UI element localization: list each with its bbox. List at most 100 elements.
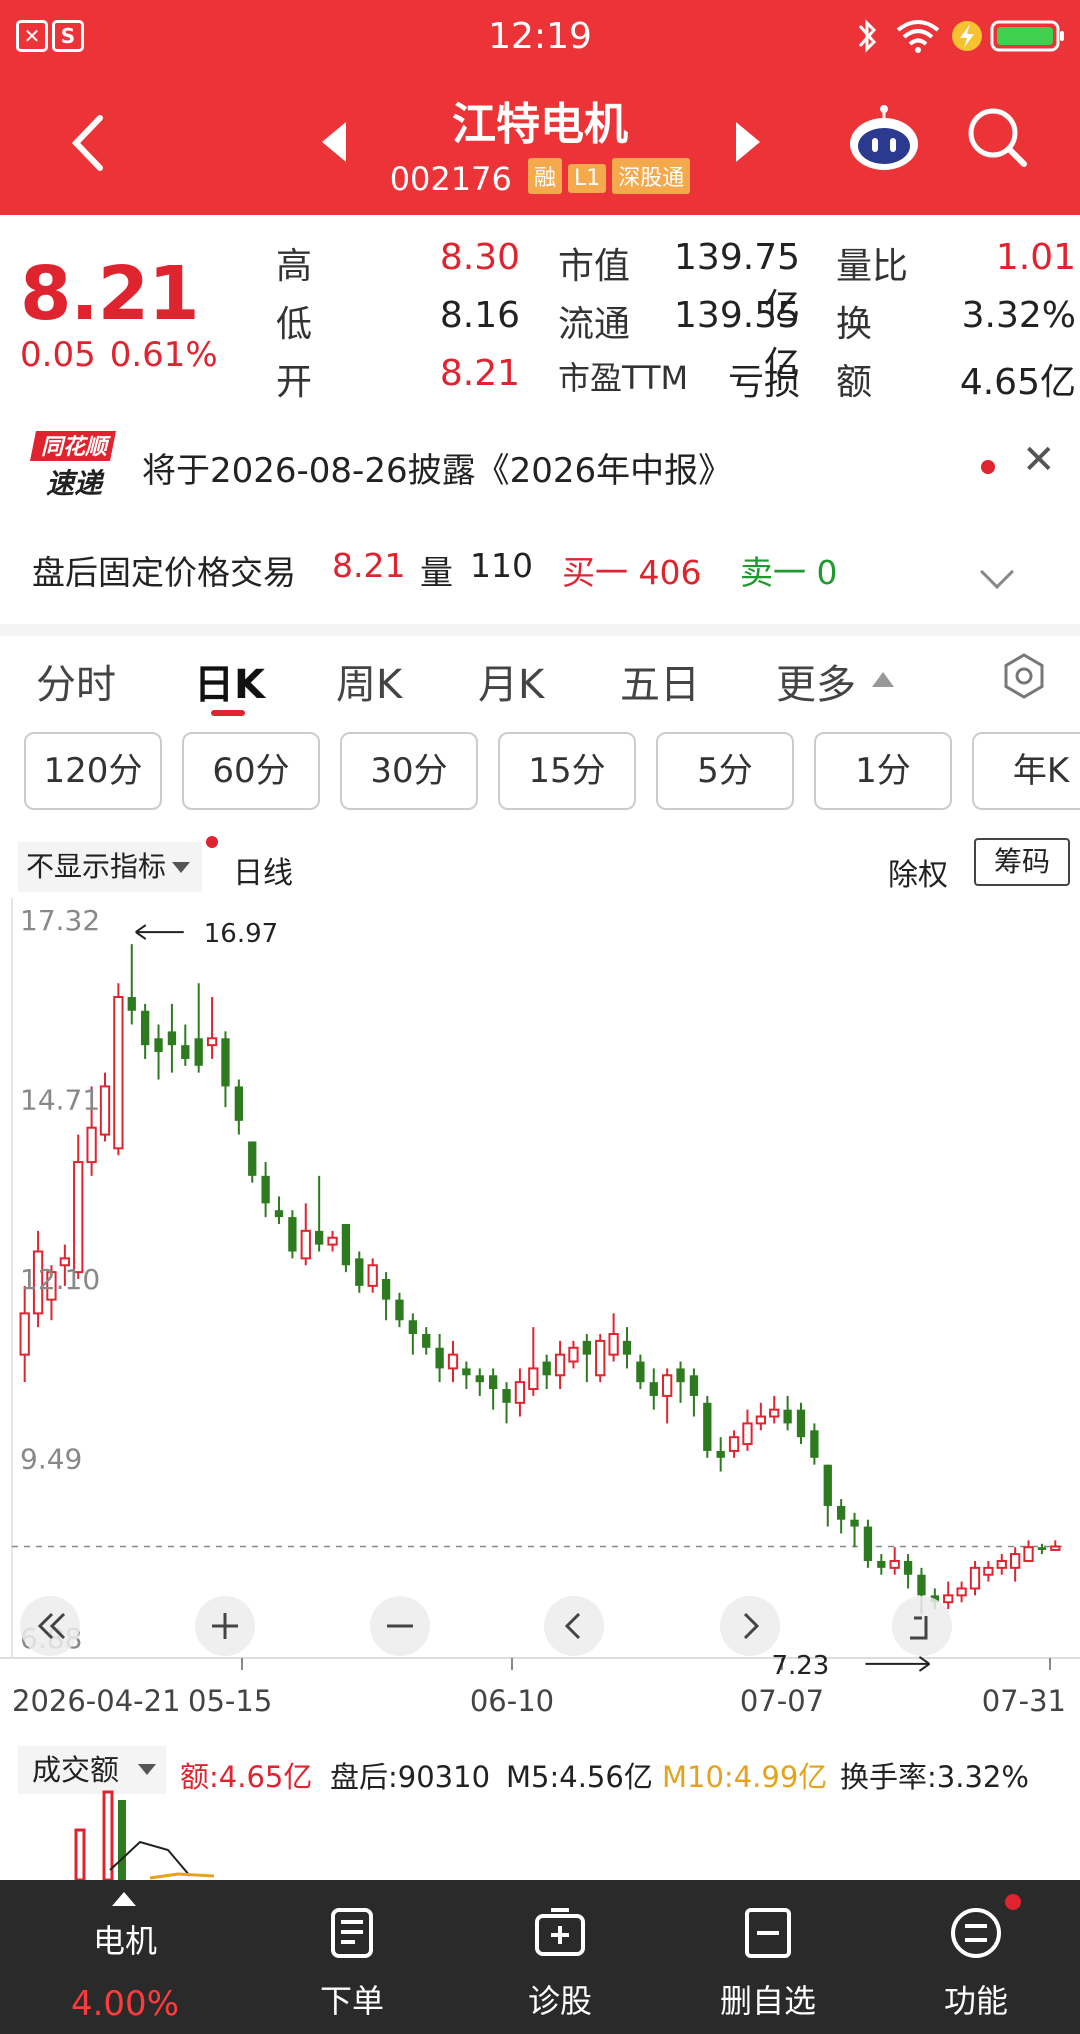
header: ✕ S 12:19 江特电机 002176 融 L1 深股通 <box>0 0 1080 215</box>
new-dot <box>206 836 218 848</box>
x-tick-label: 2026-04-21 <box>12 1684 181 1718</box>
volratio-label: 量比 <box>836 246 909 287</box>
ths-express-logo: 同花顺 速递 <box>30 431 116 500</box>
change-percent: 0.61% <box>109 335 218 375</box>
period-120min[interactable]: 120分 <box>24 732 162 810</box>
sell1: 卖一 0 <box>740 553 838 592</box>
nav-functions[interactable]: 功能 <box>876 1880 1076 2034</box>
stock-code: 002176 <box>389 160 512 198</box>
candle-body-down <box>194 1038 203 1066</box>
candle-body-up <box>327 1236 338 1246</box>
active-tab-indicator <box>211 710 245 716</box>
nav-order[interactable]: 下单 <box>252 1880 452 2034</box>
x-tick-label: 07-07 <box>740 1684 824 1718</box>
chart-prev-icon[interactable] <box>544 1596 604 1656</box>
y-tick-label: 14.71 <box>20 1084 100 1117</box>
svg-text:同花顺: 同花顺 <box>41 435 111 460</box>
candle-body-up <box>889 1559 900 1569</box>
announcement-text[interactable]: 将于2026-08-26披露《2026年中报》 <box>142 443 732 492</box>
open-value: 8.21 <box>439 353 520 394</box>
quote-panel: 8.21 0.05 0.61% 高 8.30 低 8.16 开 8.21 市值 1… <box>0 215 1080 405</box>
chevron-down-icon[interactable] <box>980 555 1014 589</box>
ex-rights-button[interactable]: 除权 <box>888 850 948 894</box>
indicator-select[interactable]: 不显示指标 <box>18 842 202 892</box>
turnover-label: 换 <box>836 304 873 345</box>
tab-daily-k[interactable]: 日K <box>194 652 265 710</box>
nav-stock-label: 电机 <box>92 1922 157 1960</box>
chips-button[interactable]: 筹码 <box>974 838 1070 886</box>
high-value: 8.30 <box>439 237 520 278</box>
after-hours-vol-label: 量 <box>420 553 453 592</box>
candle-body-down <box>903 1560 913 1575</box>
period-15min[interactable]: 15分 <box>498 732 636 810</box>
candle-body-up <box>1010 1553 1021 1569</box>
candle-body-down <box>850 1519 859 1527</box>
zoom-in-icon[interactable] <box>195 1596 255 1656</box>
kline-chart[interactable]: 17.3214.7112.109.496.88 2026-04-2105-150… <box>0 898 1080 1724</box>
settings-hex-icon[interactable] <box>1000 652 1048 700</box>
bottom-nav: 电机 4.00% 下单 诊股 删自选 功能 <box>0 1880 1080 2034</box>
charging-icon <box>952 21 982 51</box>
candle-body-down <box>703 1402 712 1451</box>
after-hours-row[interactable]: 盘后固定价格交易 8.21 量 110 买一 406 卖一 0 <box>0 530 1080 606</box>
period-1min[interactable]: 1分 <box>814 732 952 810</box>
remove-watch-label: 删自选 <box>719 1982 816 2020</box>
last-price: 8.21 <box>20 251 200 337</box>
unread-dot <box>981 460 995 474</box>
tag-connect: 深股通 <box>612 158 691 194</box>
float-label: 流通 <box>558 304 631 345</box>
tab-weekly-k[interactable]: 周K <box>336 652 402 710</box>
nav-remove-watch[interactable]: 删自选 <box>668 1880 868 2034</box>
candle-body-down <box>341 1223 351 1266</box>
close-icon[interactable]: ✕ <box>1022 437 1056 483</box>
tab-monthly-k[interactable]: 月K <box>478 652 544 710</box>
announcement-bar[interactable]: 同花顺 速递 将于2026-08-26披露《2026年中报》 ✕ <box>0 415 1080 515</box>
candle-body-down <box>636 1361 645 1383</box>
x-tick-label: 06-10 <box>470 1684 554 1718</box>
diagnose-label: 诊股 <box>527 1982 592 2020</box>
next-stock-icon[interactable] <box>736 122 760 162</box>
candle-body-down <box>127 997 136 1011</box>
nav-stock-switch[interactable]: 电机 4.00% <box>0 1880 250 2034</box>
chart-last-icon[interactable] <box>892 1596 952 1656</box>
candle-body-up <box>73 1161 84 1274</box>
tab-intraday[interactable]: 分时 <box>36 652 116 710</box>
chart-next-icon[interactable] <box>720 1596 780 1656</box>
candle-body-up <box>983 1566 994 1576</box>
candle-body-down <box>274 1210 284 1218</box>
candle-body-down <box>676 1368 685 1383</box>
bluetooth-icon <box>858 19 877 53</box>
zoom-out-icon[interactable] <box>370 1596 430 1656</box>
candle-body-down <box>181 1045 190 1059</box>
high-label: 高 <box>276 246 313 287</box>
menu-icon <box>951 1908 1001 1958</box>
period-60min[interactable]: 60分 <box>182 732 320 810</box>
period-30min[interactable]: 30分 <box>340 732 478 810</box>
search-icon[interactable] <box>962 102 1032 172</box>
chart-collapse-icon[interactable] <box>20 1596 80 1656</box>
tab-more[interactable]: 更多 <box>776 652 856 710</box>
candle-body-down <box>716 1450 725 1458</box>
candle-body-down <box>355 1258 364 1286</box>
max-price-label: 16.97 <box>204 919 278 949</box>
low-label: 低 <box>276 304 313 345</box>
nav-diagnose[interactable]: 诊股 <box>460 1880 660 2034</box>
candle-body-down <box>315 1230 324 1245</box>
tag-level: L1 <box>568 164 607 193</box>
candle-body-up <box>528 1367 539 1391</box>
x-axis-labels: 2026-04-21 05-15 06-10 07-07 07-31 <box>12 1658 1066 1718</box>
period-yearly[interactable]: 年K <box>972 732 1080 810</box>
period-5min[interactable]: 5分 <box>656 732 794 810</box>
status-bar: ✕ S 12:19 <box>0 0 1080 72</box>
candle-body-down <box>408 1320 417 1335</box>
mktcap-label: 市值 <box>558 246 631 287</box>
volume-select[interactable]: 成交额 <box>18 1746 166 1794</box>
tab-five-day[interactable]: 五日 <box>620 652 700 710</box>
candle-body-down <box>582 1340 591 1355</box>
candle-body-down <box>261 1175 270 1204</box>
candle-body-down <box>796 1409 806 1438</box>
candle-body-up <box>742 1422 753 1446</box>
order-label: 下单 <box>319 1982 384 2020</box>
robot-assistant-icon[interactable] <box>846 104 922 174</box>
after-hours-label: 盘后固定价格交易 <box>32 553 296 592</box>
